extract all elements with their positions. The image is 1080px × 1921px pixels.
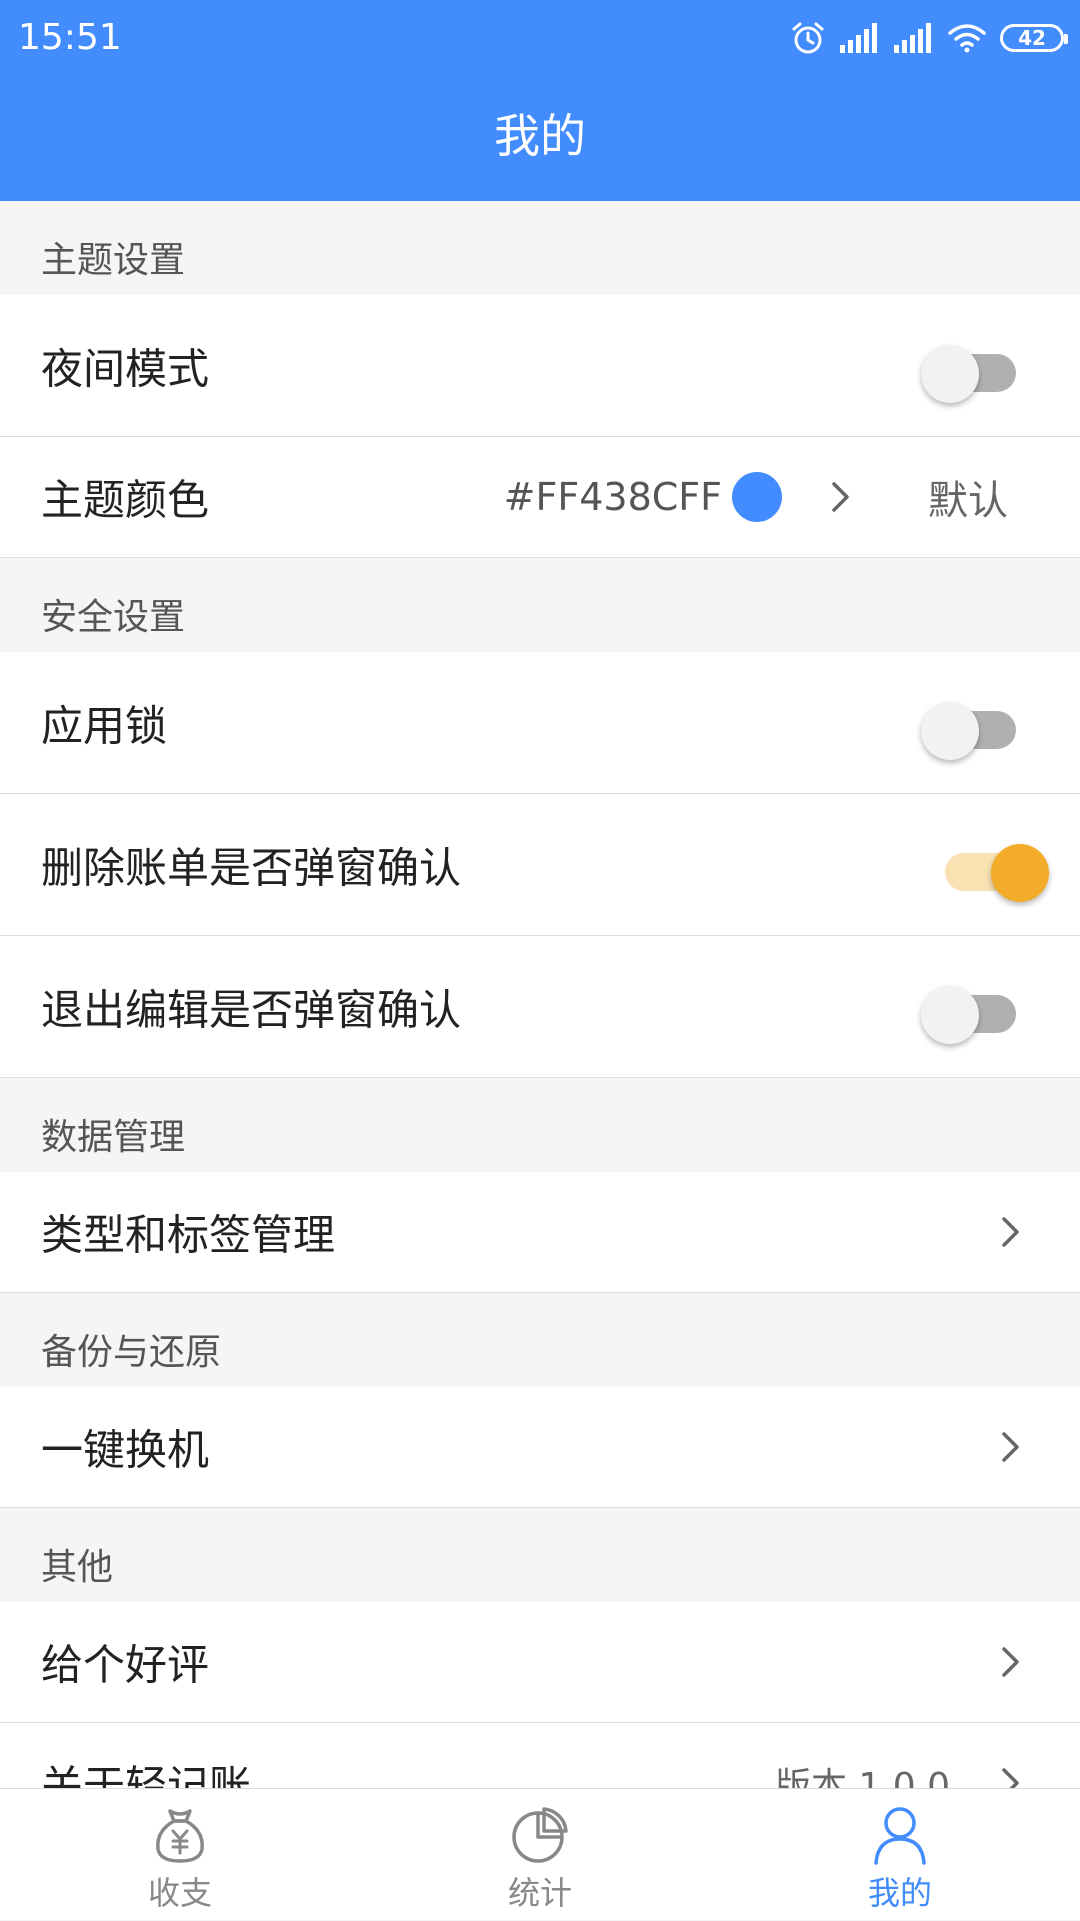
delete-confirm-label: 删除账单是否弹窗确认 xyxy=(41,843,462,892)
bottom-nav: 收支 统计 我的 xyxy=(0,1788,1080,1920)
night-mode-row[interactable]: 夜间模式 xyxy=(0,295,1080,437)
section-title: 其他 xyxy=(41,1547,114,1588)
chevron-right-icon xyxy=(1000,1643,1022,1681)
pie-chart-icon xyxy=(508,1803,572,1867)
page-title: 我的 xyxy=(494,109,586,163)
app-lock-label: 应用锁 xyxy=(41,701,168,750)
nav-label: 统计 xyxy=(507,1874,572,1912)
section-header-security: 安全设置 xyxy=(0,558,1080,652)
section-header-backup: 备份与还原 xyxy=(0,1293,1080,1387)
signal-icon xyxy=(894,23,934,53)
about-label: 关于轻记账 xyxy=(41,1761,252,1789)
theme-default-button[interactable]: 默认 xyxy=(928,468,1008,526)
about-row[interactable]: 关于轻记账 版本 1.0.0 xyxy=(0,1723,1080,1788)
rate-label: 给个好评 xyxy=(41,1640,210,1690)
person-icon xyxy=(868,1803,932,1867)
transfer-row[interactable]: 一键换机 xyxy=(0,1387,1080,1508)
exit-confirm-toggle[interactable] xyxy=(915,972,1035,1044)
signal-icon xyxy=(840,23,880,53)
toggle-knob xyxy=(921,701,979,760)
status-bar: 15:51 42 xyxy=(0,0,1080,76)
transfer-label: 一键换机 xyxy=(41,1425,210,1475)
theme-color-label: 主题颜色 xyxy=(41,475,210,525)
section-title: 安全设置 xyxy=(41,597,186,638)
categories-row[interactable]: 类型和标签管理 xyxy=(0,1172,1080,1293)
section-title: 数据管理 xyxy=(41,1117,186,1158)
section-header-other: 其他 xyxy=(0,1508,1080,1602)
theme-color-row[interactable]: 主题颜色 #FF438CFF 默认 xyxy=(0,437,1080,558)
app-lock-toggle[interactable] xyxy=(915,688,1035,760)
battery-icon: 42 xyxy=(1000,24,1068,52)
rate-row[interactable]: 给个好评 xyxy=(0,1602,1080,1723)
section-header-theme: 主题设置 xyxy=(0,201,1080,295)
delete-confirm-toggle[interactable] xyxy=(935,830,1055,902)
wifi-icon xyxy=(948,23,986,53)
section-title: 主题设置 xyxy=(41,240,186,281)
app-lock-row[interactable]: 应用锁 xyxy=(0,652,1080,794)
battery-level: 42 xyxy=(1018,26,1046,50)
toggle-knob xyxy=(991,843,1049,902)
categories-label: 类型和标签管理 xyxy=(41,1210,336,1260)
settings-list[interactable]: 主题设置 夜间模式 主题颜色 #FF438CFF 默认 安全设置 应用锁 删除账… xyxy=(0,201,1080,1788)
section-header-data: 数据管理 xyxy=(0,1078,1080,1172)
nav-item-income-expense[interactable]: 收支 xyxy=(0,1789,360,1921)
chevron-right-icon xyxy=(1000,1764,1022,1788)
chevron-right-icon xyxy=(1000,1213,1022,1251)
night-mode-toggle[interactable] xyxy=(915,331,1035,403)
theme-color-swatch xyxy=(732,472,782,522)
exit-confirm-label: 退出编辑是否弹窗确认 xyxy=(41,985,462,1034)
nav-label: 收支 xyxy=(147,1874,212,1912)
delete-confirm-row[interactable]: 删除账单是否弹窗确认 xyxy=(0,794,1080,936)
toggle-knob xyxy=(921,344,979,403)
money-bag-icon xyxy=(148,1803,212,1867)
app-header: 15:51 42 我的 xyxy=(0,0,1080,201)
nav-label: 我的 xyxy=(867,1874,932,1912)
chevron-right-icon[interactable] xyxy=(830,478,852,516)
chevron-right-icon xyxy=(1000,1428,1022,1466)
alarm-icon xyxy=(790,20,826,56)
toggle-knob xyxy=(921,985,979,1044)
version-text: 版本 1.0.0 xyxy=(774,1766,950,1788)
nav-item-me[interactable]: 我的 xyxy=(720,1789,1080,1921)
night-mode-label: 夜间模式 xyxy=(41,344,210,393)
theme-color-hex: #FF438CFF xyxy=(503,475,722,519)
exit-confirm-row[interactable]: 退出编辑是否弹窗确认 xyxy=(0,936,1080,1078)
status-time: 15:51 xyxy=(18,17,122,58)
status-icons: 42 xyxy=(790,18,1068,58)
nav-item-statistics[interactable]: 统计 xyxy=(360,1789,720,1921)
section-title: 备份与还原 xyxy=(41,1332,222,1373)
